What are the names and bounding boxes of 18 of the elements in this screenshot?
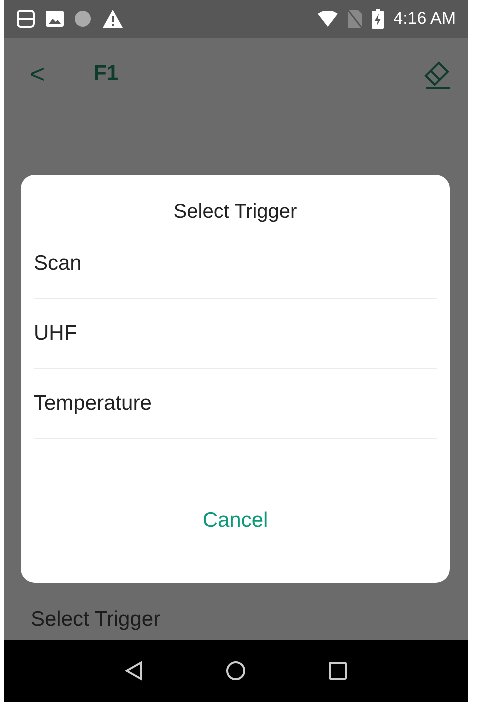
- no-sim-icon: [348, 10, 362, 28]
- warning-icon: [102, 9, 124, 29]
- cancel-button[interactable]: Cancel: [186, 503, 284, 539]
- battery-icon: [372, 9, 384, 29]
- back-nav-icon[interactable]: [125, 661, 144, 681]
- home-nav-icon[interactable]: [226, 661, 246, 681]
- dialog-title: Select Trigger: [172, 200, 298, 225]
- recents-nav-icon[interactable]: [328, 662, 347, 680]
- trigger-option[interactable]: Temperature: [34, 369, 437, 439]
- trigger-option[interactable]: UHF: [34, 299, 437, 369]
- image-icon: [46, 11, 64, 27]
- scanner-icon: [16, 9, 36, 29]
- setting-label: Select Trigger: [31, 608, 161, 632]
- circle-icon: [74, 10, 92, 28]
- wifi-icon: [318, 11, 338, 27]
- status-time: 4:16 AM: [394, 9, 456, 29]
- trigger-option[interactable]: Scan: [34, 229, 437, 299]
- page-title: F1: [94, 62, 119, 86]
